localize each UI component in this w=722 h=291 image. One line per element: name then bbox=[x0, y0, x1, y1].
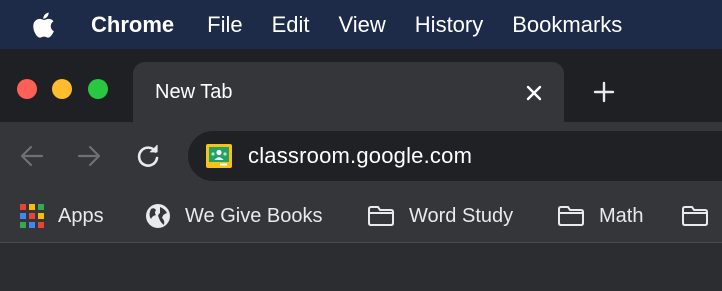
page-content-area bbox=[0, 243, 722, 291]
arrow-left-icon[interactable] bbox=[18, 142, 46, 170]
zoom-window-button[interactable] bbox=[88, 79, 108, 99]
folder-icon bbox=[681, 205, 709, 227]
bookmark-label: We Give Books bbox=[185, 204, 323, 227]
url-text: classroom.google.com bbox=[248, 143, 473, 168]
apple-icon[interactable] bbox=[33, 12, 55, 38]
menu-view[interactable]: View bbox=[339, 12, 386, 38]
menu-file[interactable]: File bbox=[207, 12, 242, 38]
close-window-button[interactable] bbox=[17, 79, 37, 99]
macos-menu-bar: Chrome File Edit View History Bookmarks bbox=[0, 0, 722, 49]
menu-bookmarks[interactable]: Bookmarks bbox=[512, 12, 622, 38]
globe-icon bbox=[145, 203, 171, 229]
reload-icon[interactable] bbox=[134, 142, 162, 170]
apps-grid-icon bbox=[20, 204, 44, 228]
google-classroom-icon bbox=[206, 144, 232, 168]
bookmark-label: Math bbox=[599, 204, 644, 227]
minimize-window-button[interactable] bbox=[52, 79, 72, 99]
menu-history[interactable]: History bbox=[415, 12, 483, 38]
folder-icon bbox=[367, 205, 395, 227]
bookmark-label: Word Study bbox=[409, 204, 514, 227]
close-icon[interactable] bbox=[525, 84, 543, 102]
bookmark-folder-math[interactable]: Math bbox=[557, 190, 643, 242]
plus-icon[interactable] bbox=[592, 80, 616, 104]
bookmark-folder-overflow[interactable] bbox=[681, 190, 722, 242]
tab-title: New Tab bbox=[155, 81, 233, 103]
arrow-right-icon[interactable] bbox=[75, 142, 103, 170]
folder-icon bbox=[557, 205, 585, 227]
menu-edit[interactable]: Edit bbox=[272, 12, 310, 38]
tab-new-tab[interactable]: New Tab bbox=[133, 62, 564, 124]
menu-chrome[interactable]: Chrome bbox=[91, 12, 174, 38]
bookmark-we-give-books[interactable]: We Give Books bbox=[145, 190, 322, 242]
bookmark-label: Apps bbox=[58, 204, 104, 227]
bookmark-folder-word-study[interactable]: Word Study bbox=[367, 190, 513, 242]
bookmarks-bar: Apps We Give Books Word Study Math bbox=[0, 190, 722, 242]
bookmark-apps[interactable]: Apps bbox=[20, 190, 104, 242]
address-bar[interactable]: classroom.google.com bbox=[188, 131, 722, 181]
